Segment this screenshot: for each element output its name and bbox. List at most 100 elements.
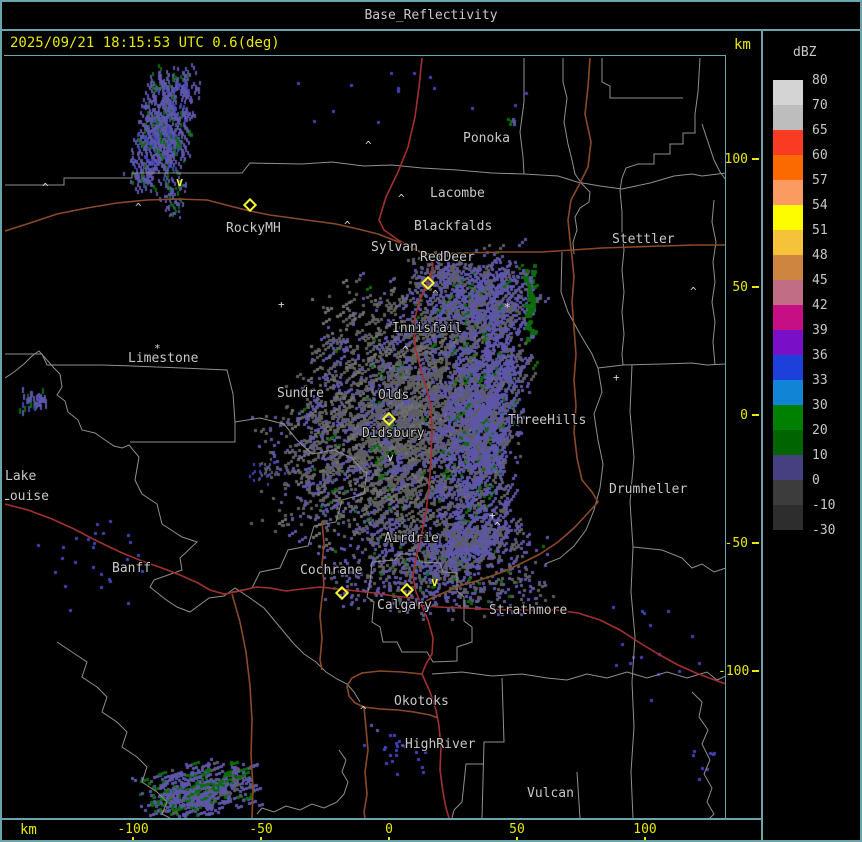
- city-label: ThreeHills: [508, 413, 586, 428]
- city-label: Stettler: [612, 232, 675, 247]
- county-boundary-line: [632, 546, 725, 573]
- city-label: Limestone: [128, 351, 199, 366]
- city-label: Drumheller: [609, 482, 687, 497]
- county-boundary-line: [691, 691, 715, 818]
- legend-separator: [761, 29, 763, 840]
- legend-dbz-label: 51: [812, 223, 828, 238]
- legend-color-block: [773, 405, 803, 430]
- map-marker-caret: ^: [398, 192, 405, 205]
- legend-dbz-label: 70: [812, 98, 828, 113]
- legend-dbz-label: 45: [812, 273, 828, 288]
- x-axis-tick-label: 0: [385, 822, 393, 837]
- legend-color-block: [773, 130, 803, 155]
- legend-dbz-label: 30: [812, 398, 828, 413]
- y-axis-tick-label: -100: [718, 664, 750, 679]
- city-label: Blackfalds: [414, 219, 492, 234]
- station-diamond-marker: [399, 582, 415, 598]
- map-marker-vee: v: [387, 451, 394, 464]
- radar-app-window: Base_Reflectivity 2025/09/21 18:15:53 UT…: [0, 0, 862, 842]
- map-marker-caret: ^: [432, 288, 439, 301]
- city-label: Sylvan: [371, 240, 418, 255]
- county-boundary-line: [597, 362, 725, 369]
- highway-red-line: [5, 503, 414, 599]
- county-boundary-line: [130, 422, 236, 443]
- city-label: Ponoka: [463, 131, 510, 146]
- legend-color-block: [773, 180, 803, 205]
- y-axis-tick-mark: [752, 286, 759, 288]
- county-boundary-line: [523, 172, 725, 190]
- unit-label-top: km: [734, 37, 751, 53]
- county-boundary-line: [481, 677, 505, 818]
- radar-map-overlay: ^^^^^^^^^^+++**vvvPonokaLacombeBlackfald…: [5, 57, 725, 818]
- county-boundary-line: [619, 57, 701, 366]
- city-label: Innisfail: [392, 321, 462, 336]
- y-axis-tick-mark: [752, 158, 759, 160]
- legend-unit-label: dBZ: [793, 45, 817, 60]
- county-boundary-line: [629, 364, 636, 818]
- legend-color-block: [773, 305, 803, 330]
- map-marker-caret: ^: [42, 181, 49, 194]
- legend-dbz-label: 39: [812, 323, 828, 338]
- radar-site-v-marker: v: [431, 575, 438, 589]
- map-marker-caret: ^: [344, 219, 351, 232]
- y-axis-tick-mark: [752, 414, 759, 416]
- legend-color-block: [773, 455, 803, 480]
- legend-color-block: [773, 155, 803, 180]
- county-boundary-line: [562, 58, 591, 255]
- highway-brown-line: [5, 198, 421, 253]
- legend-color-block: [773, 280, 803, 305]
- legend-dbz-label: 57: [812, 173, 828, 188]
- legend-color-block: [773, 230, 803, 255]
- highway-brown-line: [363, 706, 369, 818]
- legend-dbz-label: 20: [812, 423, 828, 438]
- legend-color-block: [773, 105, 803, 130]
- city-label: RedDeer: [420, 250, 475, 265]
- legend-dbz-label: 42: [812, 298, 828, 313]
- county-boundary-line: [5, 353, 236, 423]
- y-axis-tick-mark: [752, 542, 759, 544]
- legend-color-block: [773, 505, 803, 530]
- map-marker-star: *: [504, 301, 511, 314]
- city-label: Didsbury: [362, 426, 425, 441]
- legend-color-block: [773, 330, 803, 355]
- county-boundary-line: [544, 251, 604, 565]
- city-label: Strathmore: [489, 603, 567, 618]
- city-label: RockyMH: [226, 221, 281, 236]
- county-boundary-line: [576, 771, 581, 818]
- map-marker-caret: ^: [360, 704, 367, 717]
- legend-dbz-label: -10: [812, 498, 836, 513]
- legend-dbz-label: 80: [812, 73, 828, 88]
- county-boundary-line: [451, 763, 484, 818]
- x-axis-tick-label: -100: [117, 822, 149, 837]
- station-diamond-marker: [381, 411, 397, 427]
- legend-dbz-label: 65: [812, 123, 828, 138]
- legend-dbz-label: -30: [812, 523, 836, 538]
- city-label: Banff: [112, 561, 151, 576]
- y-axis-tick-label: 0: [740, 408, 748, 423]
- city-label: HighRiver: [405, 737, 476, 752]
- bottom-axis-line: [2, 818, 761, 820]
- legend-color-block: [773, 205, 803, 230]
- y-axis-tick-label: 50: [732, 280, 748, 295]
- city-label: Olds: [378, 388, 409, 403]
- x-axis-tick-mark: [260, 837, 262, 840]
- county-boundary-line: [56, 641, 171, 818]
- legend-dbz-label: 60: [812, 148, 828, 163]
- county-boundary-line: [601, 58, 683, 99]
- radar-site-v-marker: v: [176, 175, 183, 189]
- title-bar: Base_Reflectivity: [2, 2, 860, 29]
- legend-color-block: [773, 255, 803, 280]
- county-boundary-line: [431, 671, 725, 681]
- unit-label-bottom: km: [20, 822, 37, 838]
- legend-dbz-label: 36: [812, 348, 828, 363]
- map-marker-plus: +: [489, 509, 496, 522]
- city-label: Lacombe: [430, 186, 485, 201]
- x-axis-tick-label: 100: [633, 822, 657, 837]
- map-marker-caret: ^: [365, 139, 372, 152]
- city-label: Airdrie: [384, 531, 439, 546]
- city-label: Louise: [5, 489, 49, 504]
- y-axis-tick-label: 100: [724, 152, 748, 167]
- city-label: Cochrane: [300, 563, 363, 578]
- legend-color-block: [773, 480, 803, 505]
- legend-dbz-label: 0: [812, 473, 820, 488]
